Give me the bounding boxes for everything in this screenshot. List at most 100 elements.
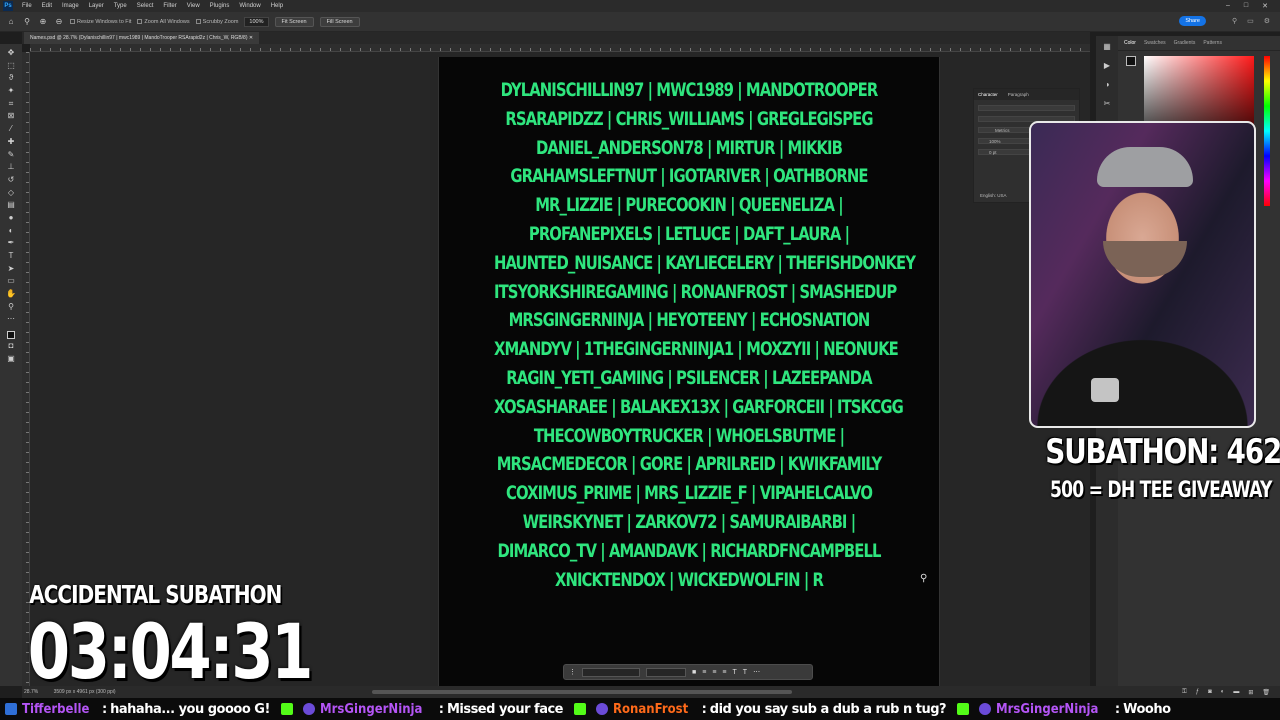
- document-canvas[interactable]: DYLANISCHILLIN97 | MWC1989 | MANDOTROOPE…: [438, 57, 940, 687]
- marquee-tool-icon[interactable]: ⬚: [6, 61, 16, 72]
- clone-stamp-tool-icon[interactable]: ⊥: [6, 162, 16, 173]
- names-line: HAUNTED_NUISANCE | KAYLIECELERY | THEFIS…: [494, 251, 916, 274]
- names-line: RAGIN_YETI_GAMING | PSILENCER | LAZEEPAN…: [506, 366, 872, 389]
- names-line: RSARAPIDZZ | CHRIS_WILLIAMS | GREGLEGISP…: [505, 107, 873, 130]
- blur-tool-icon[interactable]: ●: [6, 213, 16, 224]
- zoom-out-icon[interactable]: ⊖: [54, 17, 64, 27]
- chat-separator: :: [1114, 701, 1121, 717]
- brush-tool-icon[interactable]: ✎: [6, 150, 16, 161]
- adjustment-layer-icon[interactable]: ◐: [1221, 689, 1225, 695]
- hue-slider[interactable]: [1264, 56, 1270, 206]
- home-icon[interactable]: ⌂: [6, 17, 16, 27]
- menu-help[interactable]: Help: [266, 3, 288, 9]
- play-action-icon[interactable]: ▶: [1104, 61, 1110, 70]
- more-tools-icon[interactable]: ⋯: [6, 314, 16, 325]
- mod-badge-icon: [302, 703, 315, 715]
- menu-layer[interactable]: Layer: [84, 3, 109, 9]
- adjustments-icon[interactable]: ◑: [1105, 80, 1110, 89]
- eyedropper-tool-icon[interactable]: ⁄: [6, 124, 16, 135]
- menu-select[interactable]: Select: [132, 3, 159, 9]
- zoom-tool-icon-side[interactable]: ⚲: [6, 302, 16, 313]
- font-size-dropdown[interactable]: [646, 667, 686, 677]
- frame-tool-icon[interactable]: ⊠: [6, 111, 16, 122]
- zoom-percent-field[interactable]: 100%: [244, 16, 269, 27]
- font-family-field[interactable]: [978, 105, 1075, 111]
- menu-view[interactable]: View: [182, 3, 205, 9]
- workspace-icon[interactable]: ▭: [1247, 17, 1254, 25]
- zoom-status[interactable]: 28.7%: [24, 689, 38, 695]
- trash-icon[interactable]: 🗑: [1262, 689, 1270, 696]
- move-tool-icon[interactable]: ✥: [6, 48, 16, 59]
- text-color-icon[interactable]: ■: [692, 669, 696, 676]
- zoom-in-icon[interactable]: ⊕: [38, 17, 48, 27]
- lasso-tool-icon[interactable]: ϑ: [6, 73, 16, 84]
- align-right-icon[interactable]: ≡: [722, 669, 726, 676]
- new-layer-icon[interactable]: ⊞: [1248, 689, 1253, 696]
- fill-screen-button[interactable]: Fill Screen: [319, 16, 360, 27]
- menu-image[interactable]: Image: [57, 3, 84, 9]
- tab-character[interactable]: Character: [978, 92, 998, 97]
- history-brush-tool-icon[interactable]: ↺: [6, 175, 16, 186]
- horizontal-ruler[interactable]: [30, 44, 1090, 52]
- horizontal-scrollbar[interactable]: [372, 690, 792, 694]
- names-line: DYLANISCHILLIN97 | MWC1989 | MANDOTROOPE…: [500, 79, 879, 101]
- menu-file[interactable]: File: [17, 3, 37, 9]
- share-button[interactable]: Share: [1179, 16, 1206, 26]
- more-options-icon[interactable]: ⋯: [753, 668, 760, 676]
- close-icon[interactable]: ✕: [1262, 2, 1268, 10]
- tools-settings-icon[interactable]: ✂: [1104, 99, 1111, 108]
- zoom-cursor-icon: ⚲: [920, 573, 928, 584]
- text-transform-icon[interactable]: T: [743, 669, 747, 676]
- resize-windows-checkbox[interactable]: Resize Windows to Fit: [70, 19, 131, 25]
- tab-color[interactable]: Color: [1124, 40, 1136, 46]
- magic-wand-tool-icon[interactable]: ✦: [6, 86, 16, 97]
- scrubby-zoom-checkbox[interactable]: Scrubby Zoom: [195, 19, 238, 25]
- folder-icon[interactable]: ▬: [1233, 689, 1239, 695]
- chat-message: Wooho: [1123, 701, 1171, 717]
- drag-handle-icon[interactable]: ⋮: [569, 668, 576, 676]
- type-tool-icon[interactable]: T: [6, 251, 16, 262]
- pen-tool-icon[interactable]: ✒: [6, 238, 16, 249]
- resize-windows-label: Resize Windows to Fit: [77, 18, 132, 25]
- minimize-icon[interactable]: –: [1226, 2, 1230, 10]
- zoom-all-checkbox[interactable]: Zoom All Windows: [137, 19, 190, 25]
- tab-swatches[interactable]: Swatches: [1144, 40, 1166, 46]
- foreground-color-swatch[interactable]: [7, 331, 15, 340]
- maximize-icon[interactable]: □: [1244, 2, 1248, 10]
- healing-brush-tool-icon[interactable]: ✚: [6, 137, 16, 148]
- zoom-tool-icon[interactable]: ⚲: [22, 17, 32, 27]
- menu-filter[interactable]: Filter: [158, 3, 181, 9]
- tab-gradients[interactable]: Gradients: [1174, 40, 1196, 46]
- tools-panel: ✥ ⬚ ϑ ✦ ⌗ ⊠ ⁄ ✚ ✎ ⊥ ↺ ◇ ▤ ● ◐ ✒ T ➤ ▭ ✋ …: [0, 44, 22, 686]
- crop-tool-icon[interactable]: ⌗: [6, 99, 16, 110]
- align-left-icon[interactable]: ≡: [702, 669, 706, 676]
- align-center-icon[interactable]: ≡: [712, 669, 716, 676]
- screen-mode-icon[interactable]: ▣: [6, 354, 16, 365]
- hand-tool-icon[interactable]: ✋: [6, 289, 16, 300]
- search-icon[interactable]: ⚲: [1232, 17, 1237, 25]
- menu-plugins[interactable]: Plugins: [205, 3, 235, 9]
- rectangle-tool-icon[interactable]: ▭: [6, 276, 16, 287]
- settings-icon[interactable]: ⚙: [1264, 17, 1270, 25]
- path-selection-tool-icon[interactable]: ➤: [6, 264, 16, 275]
- document-tab[interactable]: Names.psd @ 28.7% (Dylanischillin97 | mw…: [24, 32, 260, 44]
- font-family-dropdown[interactable]: [582, 667, 640, 677]
- language-label[interactable]: English: USA: [980, 193, 1007, 198]
- text-warp-icon[interactable]: T: [733, 669, 737, 676]
- menu-type[interactable]: Type: [109, 3, 132, 9]
- libraries-icon[interactable]: ▦: [1103, 42, 1111, 51]
- gradient-tool-icon[interactable]: ▤: [6, 200, 16, 211]
- tab-patterns[interactable]: Patterns: [1203, 40, 1222, 46]
- mask-icon[interactable]: ◙: [1208, 689, 1212, 695]
- panel-foreground-swatch[interactable]: [1126, 56, 1136, 66]
- fit-screen-button[interactable]: Fit Screen: [274, 16, 314, 27]
- eraser-tool-icon[interactable]: ◇: [6, 188, 16, 199]
- menu-edit[interactable]: Edit: [37, 3, 57, 9]
- fx-icon[interactable]: ƒ: [1196, 689, 1199, 695]
- quick-mask-icon[interactable]: ◘: [6, 341, 16, 352]
- names-text-layer[interactable]: DYLANISCHILLIN97 | MWC1989 | MANDOTROOPE…: [439, 76, 939, 594]
- tab-paragraph[interactable]: Paragraph: [1008, 92, 1029, 97]
- lock-icon[interactable]: ⚿: [1182, 689, 1187, 696]
- dodge-tool-icon[interactable]: ◐: [6, 226, 16, 237]
- menu-window[interactable]: Window: [234, 3, 265, 9]
